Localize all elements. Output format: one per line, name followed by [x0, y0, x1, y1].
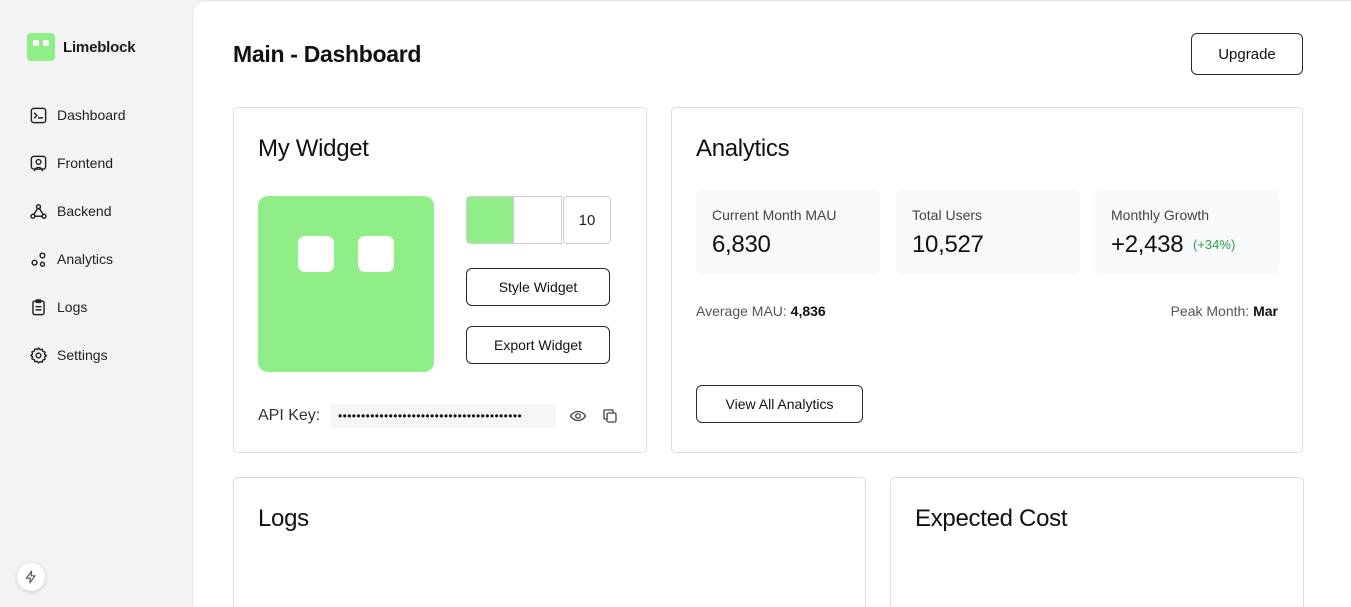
stat-monthly-growth: Monthly Growth +2,438 (+34%) [1095, 189, 1279, 275]
sidebar-item-label: Logs [57, 299, 88, 315]
primary-color-swatch[interactable] [466, 196, 514, 244]
analytics-card: Analytics Current Month MAU 6,830 Total … [671, 107, 1303, 453]
logs-card-title: Logs [258, 505, 309, 532]
network-icon [30, 203, 47, 219]
sidebar-item-label: Backend [57, 203, 112, 219]
stat-label: Total Users [912, 207, 983, 223]
expected-cost-card-title: Expected Cost [915, 505, 1068, 532]
stat-value: +2,438 [1111, 231, 1184, 258]
average-mau-value: 4,836 [790, 303, 826, 319]
widget-card-title: My Widget [258, 135, 369, 162]
export-widget-button[interactable]: Export Widget [466, 326, 610, 364]
peak-month-label: Peak Month: [1170, 303, 1250, 319]
page-title: Main - Dashboard [233, 41, 422, 67]
expected-cost-card: Expected Cost [890, 477, 1304, 607]
stat-label: Current Month MAU [712, 207, 837, 223]
stat-delta: (+34%) [1193, 237, 1236, 252]
api-key-label: API Key: [258, 407, 321, 424]
copy-icon[interactable] [601, 407, 619, 425]
quick-action-button[interactable] [17, 563, 45, 591]
sidebar-item-analytics[interactable]: Analytics [29, 247, 126, 271]
sidebar-item-backend[interactable]: Backend [29, 199, 126, 223]
average-mau-label: Average MAU: [696, 303, 787, 319]
sidebar-item-frontend[interactable]: Frontend [29, 151, 126, 175]
stat-total-users: Total Users 10,527 [896, 189, 1080, 275]
sidebar-nav: Dashboard Frontend Backend Analytics Log… [29, 103, 126, 391]
sidebar-item-label: Settings [57, 347, 108, 363]
sidebar-item-label: Dashboard [57, 107, 126, 123]
widget-card: My Widget 10 Style Widget Export Widget … [233, 107, 647, 453]
analytics-card-title: Analytics [696, 135, 790, 162]
widget-style-swatches: 10 [466, 196, 611, 244]
brand[interactable]: Limeblock [27, 33, 136, 61]
clipboard-icon [32, 298, 45, 315]
analytics-icon [31, 251, 46, 267]
main-content: Main - Dashboard Upgrade My Widget 10 St… [192, 0, 1351, 607]
peak-month-value: Mar [1253, 303, 1278, 319]
sidebar-item-dashboard[interactable]: Dashboard [29, 103, 126, 127]
widget-preview [258, 196, 434, 372]
average-mau: Average MAU: 4,836 [696, 303, 826, 319]
eye-icon[interactable] [569, 407, 587, 425]
logs-card: Logs [233, 477, 866, 607]
sidebar-item-label: Frontend [57, 155, 114, 171]
stat-value: 6,830 [712, 231, 771, 258]
peak-month: Peak Month: Mar [1171, 303, 1278, 319]
secondary-color-swatch[interactable] [514, 196, 562, 244]
widget-size-input[interactable]: 10 [563, 196, 611, 244]
brand-name: Limeblock [63, 38, 136, 56]
api-key-field[interactable]: •••••••••••••••••••••••••••••••••••••••• [330, 404, 556, 428]
sidebar: Limeblock Dashboard Frontend Backend Ana… [0, 0, 192, 607]
stat-current-month-mau: Current Month MAU 6,830 [696, 189, 880, 275]
user-frame-icon [30, 155, 47, 171]
gear-icon [30, 346, 47, 364]
lightning-bolt-icon [25, 570, 36, 584]
stat-label: Monthly Growth [1111, 207, 1210, 223]
upgrade-button[interactable]: Upgrade [1191, 33, 1303, 75]
sidebar-item-settings[interactable]: Settings [29, 343, 126, 367]
stat-value: 10,527 [912, 231, 984, 258]
style-widget-button[interactable]: Style Widget [466, 268, 610, 306]
sidebar-item-label: Analytics [57, 251, 114, 267]
sidebar-item-logs[interactable]: Logs [29, 295, 126, 319]
terminal-icon [30, 107, 47, 123]
limeblock-logo-icon [27, 33, 55, 61]
view-all-analytics-button[interactable]: View All Analytics [696, 385, 863, 423]
